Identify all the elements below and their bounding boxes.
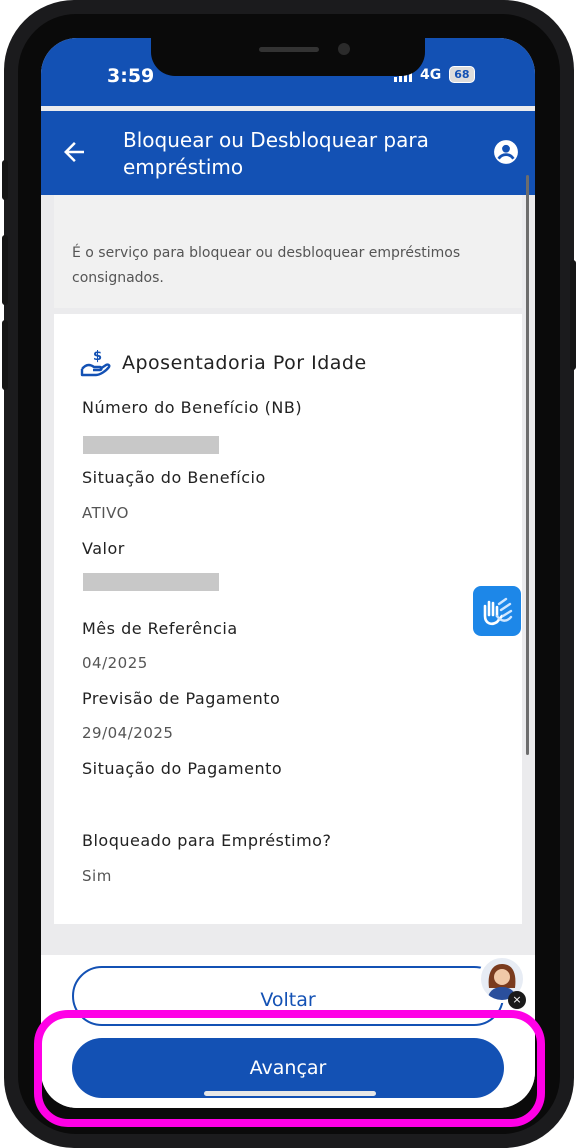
close-icon[interactable]: × (508, 991, 526, 1009)
scrollbar[interactable] (526, 175, 529, 755)
field-value-previsao-pagamento: 29/04/2025 (82, 724, 174, 742)
status-time: 3:59 (107, 65, 155, 87)
sign-language-icon (483, 597, 513, 626)
intro-text: É o serviço para bloquear ou desbloquear… (72, 245, 461, 286)
redacted-nb-value (83, 436, 219, 454)
field-label-valor: Valor (82, 539, 125, 558)
hand-money-icon: $ (80, 349, 111, 377)
page-title: Bloquear ou Desbloquear para empréstimo (123, 128, 429, 179)
highlight-annotation (34, 1010, 545, 1127)
field-value-bloqueado: Sim (82, 867, 112, 885)
redacted-valor-value (83, 573, 219, 591)
front-camera (338, 43, 350, 55)
benefit-card: $ Aposentadoria Por Idade Número do Bene… (54, 314, 522, 924)
silent-switch (2, 160, 8, 200)
network-label: 4G (420, 66, 442, 83)
arrow-left-icon[interactable] (59, 137, 89, 167)
app-screen: 3:59 4G 68 Bloquear ou Desbloquear para … (41, 38, 535, 1108)
field-label-mes-referencia: Mês de Referência (82, 619, 238, 638)
field-label-situacao-pagamento: Situação do Pagamento (82, 759, 283, 778)
svg-text:$: $ (93, 349, 102, 364)
volume-up-button (2, 235, 8, 305)
speaker-grille (259, 47, 319, 52)
battery-icon: 68 (449, 66, 475, 83)
sign-language-button[interactable] (473, 586, 521, 636)
benefit-header: $ Aposentadoria Por Idade (80, 347, 367, 379)
power-button (570, 260, 576, 370)
field-label-previsao-pagamento: Previsão de Pagamento (82, 689, 281, 708)
app-header: Bloquear ou Desbloquear para empréstimo (41, 111, 535, 195)
benefit-title: Aposentadoria Por Idade (122, 352, 367, 374)
volume-down-button (2, 320, 8, 390)
account-circle-icon[interactable] (493, 139, 519, 165)
field-label-bloqueado: Bloqueado para Empréstimo? (82, 831, 332, 850)
camera-notch (151, 38, 425, 76)
main-content: É o serviço para bloquear ou desbloquear… (41, 195, 535, 955)
field-value-situacao-beneficio: ATIVO (82, 504, 129, 522)
intro-panel: É o serviço para bloquear ou desbloquear… (54, 195, 522, 308)
field-value-mes-referencia: 04/2025 (82, 654, 148, 672)
field-label-nb: Número do Benefício (NB) (82, 398, 303, 417)
field-label-situacao-beneficio: Situação do Benefício (82, 468, 266, 487)
